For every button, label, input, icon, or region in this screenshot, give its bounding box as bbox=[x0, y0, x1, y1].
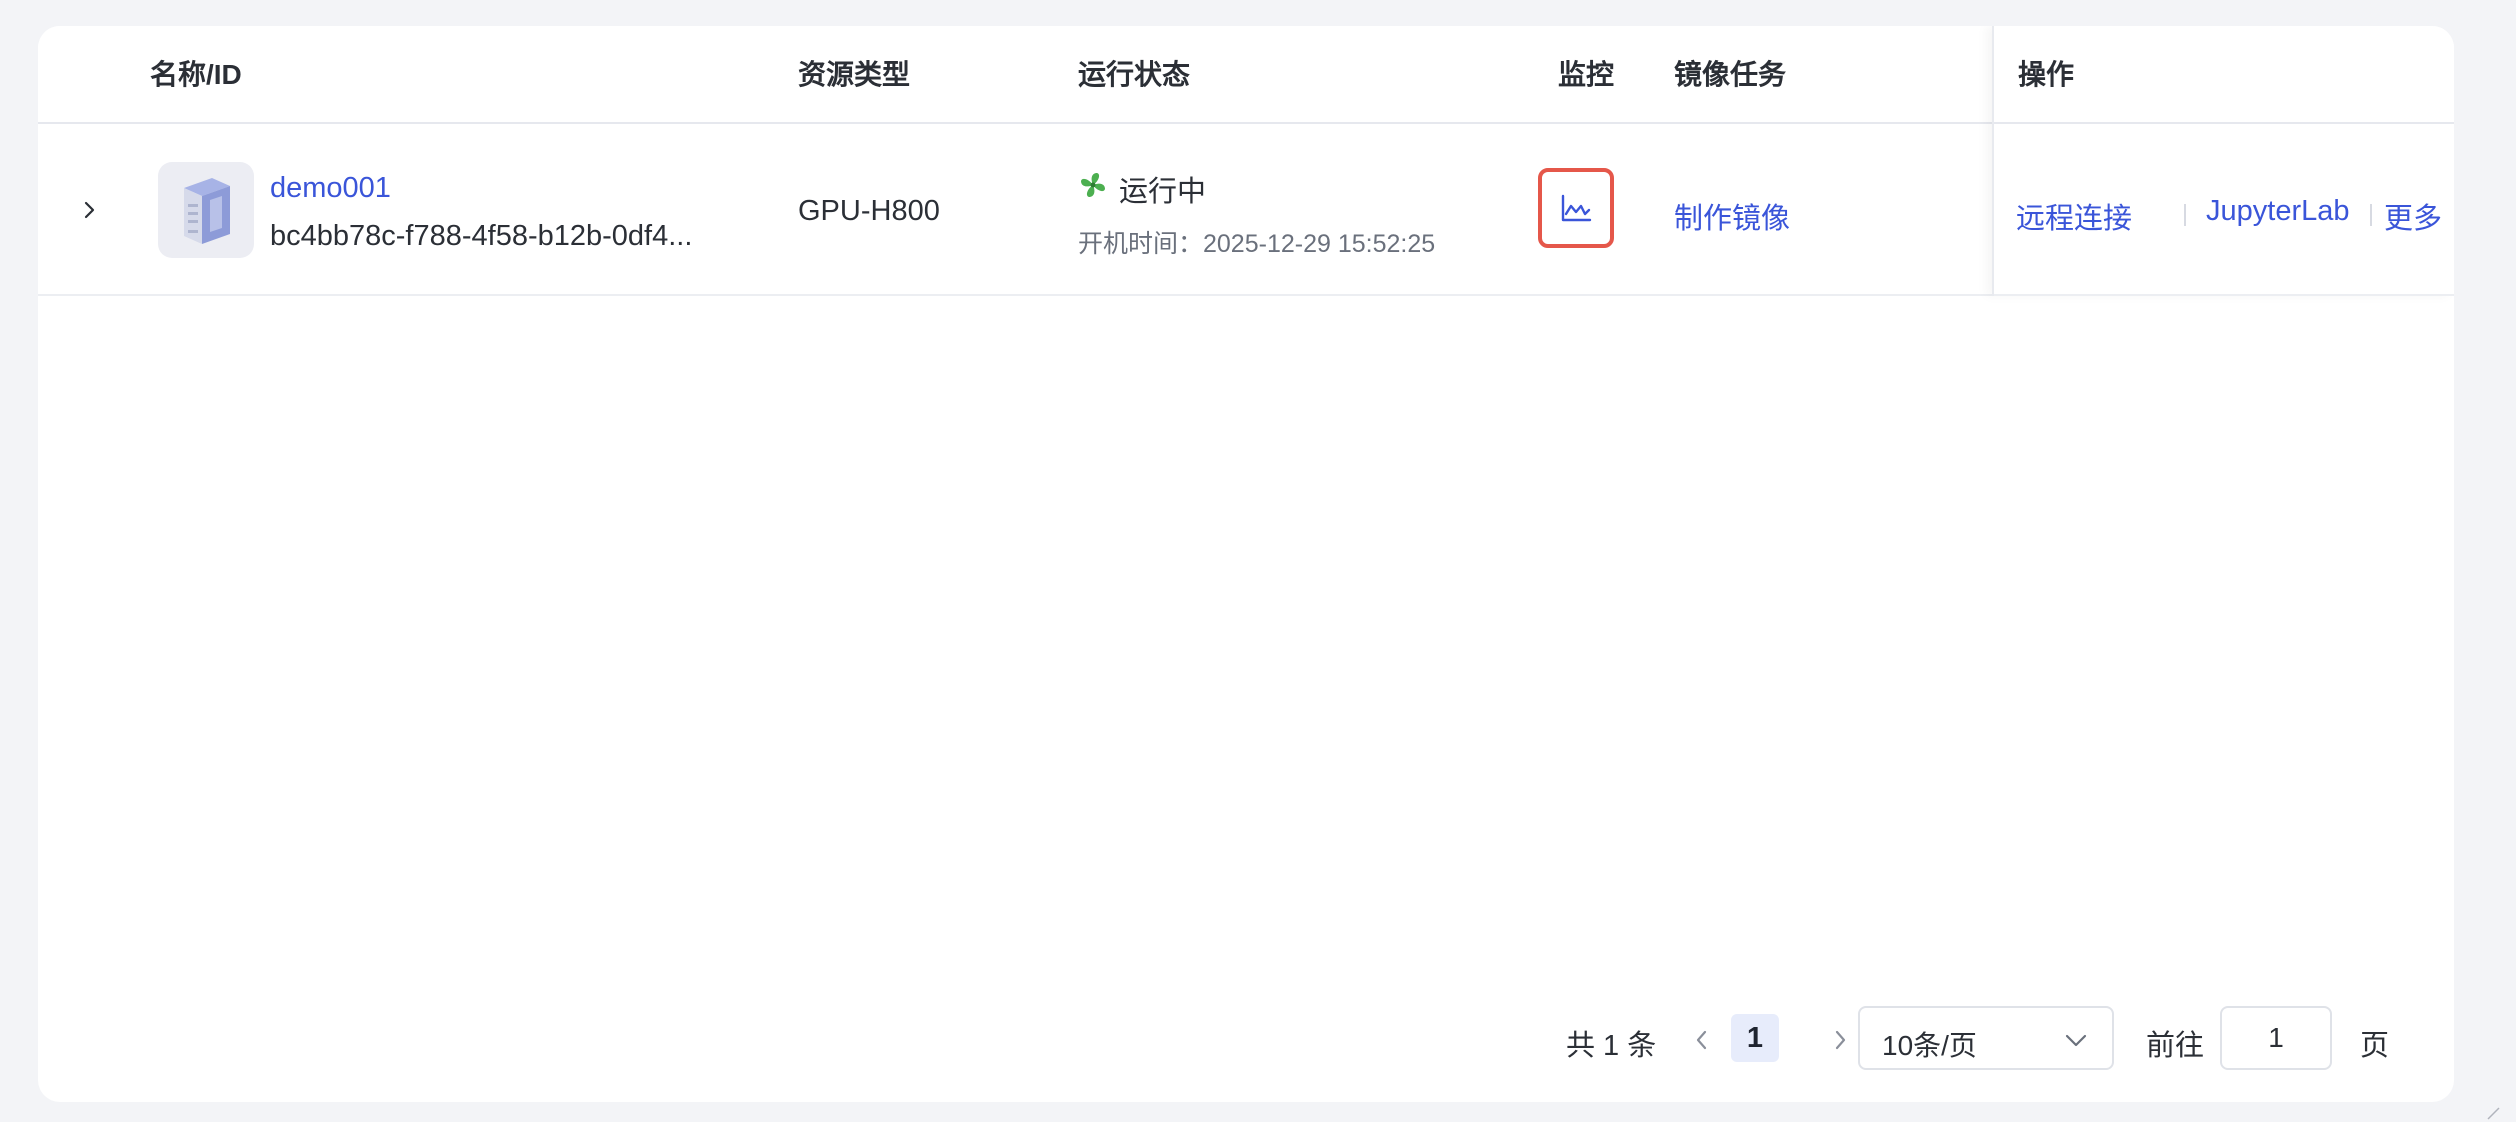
more-link[interactable]: 更多 bbox=[2384, 195, 2442, 237]
column-header-resource-type: 资源类型 bbox=[798, 59, 911, 90]
column-header-monitor: 监控 bbox=[1558, 59, 1615, 90]
goto-page-input[interactable] bbox=[2220, 1006, 2332, 1070]
pagination-total: 共 1 条 bbox=[1566, 1030, 1657, 1062]
resource-type-value: GPU-H800 bbox=[798, 195, 940, 227]
page-size-value: 10条/页 bbox=[1882, 1030, 1977, 1061]
page-unit-label: 页 bbox=[2360, 1030, 2390, 1062]
instance-table-card: 名称/ID 资源类型 运行状态 监控 镜像任务 demo001 bc4bb78c… bbox=[38, 26, 2454, 1102]
status-text: 运行中 bbox=[1119, 176, 1207, 208]
actions-cell: 远程连接 JupyterLab 更多 bbox=[1994, 124, 2454, 296]
chevron-right-icon[interactable] bbox=[74, 194, 106, 226]
remote-connect-link[interactable]: 远程连接 bbox=[2016, 195, 2132, 237]
fan-icon bbox=[1078, 170, 1108, 200]
actions-column: 操作 远程连接 JupyterLab 更多 bbox=[1992, 26, 2454, 296]
chevron-left-icon[interactable] bbox=[1688, 1022, 1716, 1058]
line-chart-icon bbox=[1561, 194, 1592, 222]
instance-name-link[interactable]: demo001 bbox=[270, 172, 391, 205]
goto-label: 前往 bbox=[2146, 1030, 2205, 1062]
boot-time: 开机时间：2025-12-29 15:52:25 bbox=[1078, 230, 1436, 258]
jupyterlab-link[interactable]: JupyterLab bbox=[2206, 195, 2350, 228]
column-header-run-status: 运行状态 bbox=[1078, 59, 1191, 90]
page-size-select[interactable]: 10条/页 bbox=[1858, 1006, 2114, 1070]
monitor-button[interactable] bbox=[1538, 168, 1614, 248]
resize-handle-icon[interactable] bbox=[2486, 1106, 2500, 1120]
make-image-link[interactable]: 制作镜像 bbox=[1674, 195, 1790, 237]
column-header-mirror-task: 镜像任务 bbox=[1674, 59, 1787, 90]
actions-column-header: 操作 bbox=[1994, 26, 2454, 124]
chevron-down-icon bbox=[2065, 1034, 2087, 1047]
chevron-right-icon[interactable] bbox=[1826, 1022, 1854, 1058]
action-divider bbox=[2370, 204, 2372, 226]
column-header-actions: 操作 bbox=[2018, 59, 2075, 90]
column-header-name-id: 名称/ID bbox=[150, 59, 242, 90]
instance-id: bc4bb78c-f788-4f58-b12b-0df4... bbox=[270, 220, 693, 252]
server-icon bbox=[158, 162, 254, 258]
action-divider bbox=[2184, 204, 2186, 226]
pagination-page-current[interactable]: 1 bbox=[1731, 1014, 1779, 1062]
